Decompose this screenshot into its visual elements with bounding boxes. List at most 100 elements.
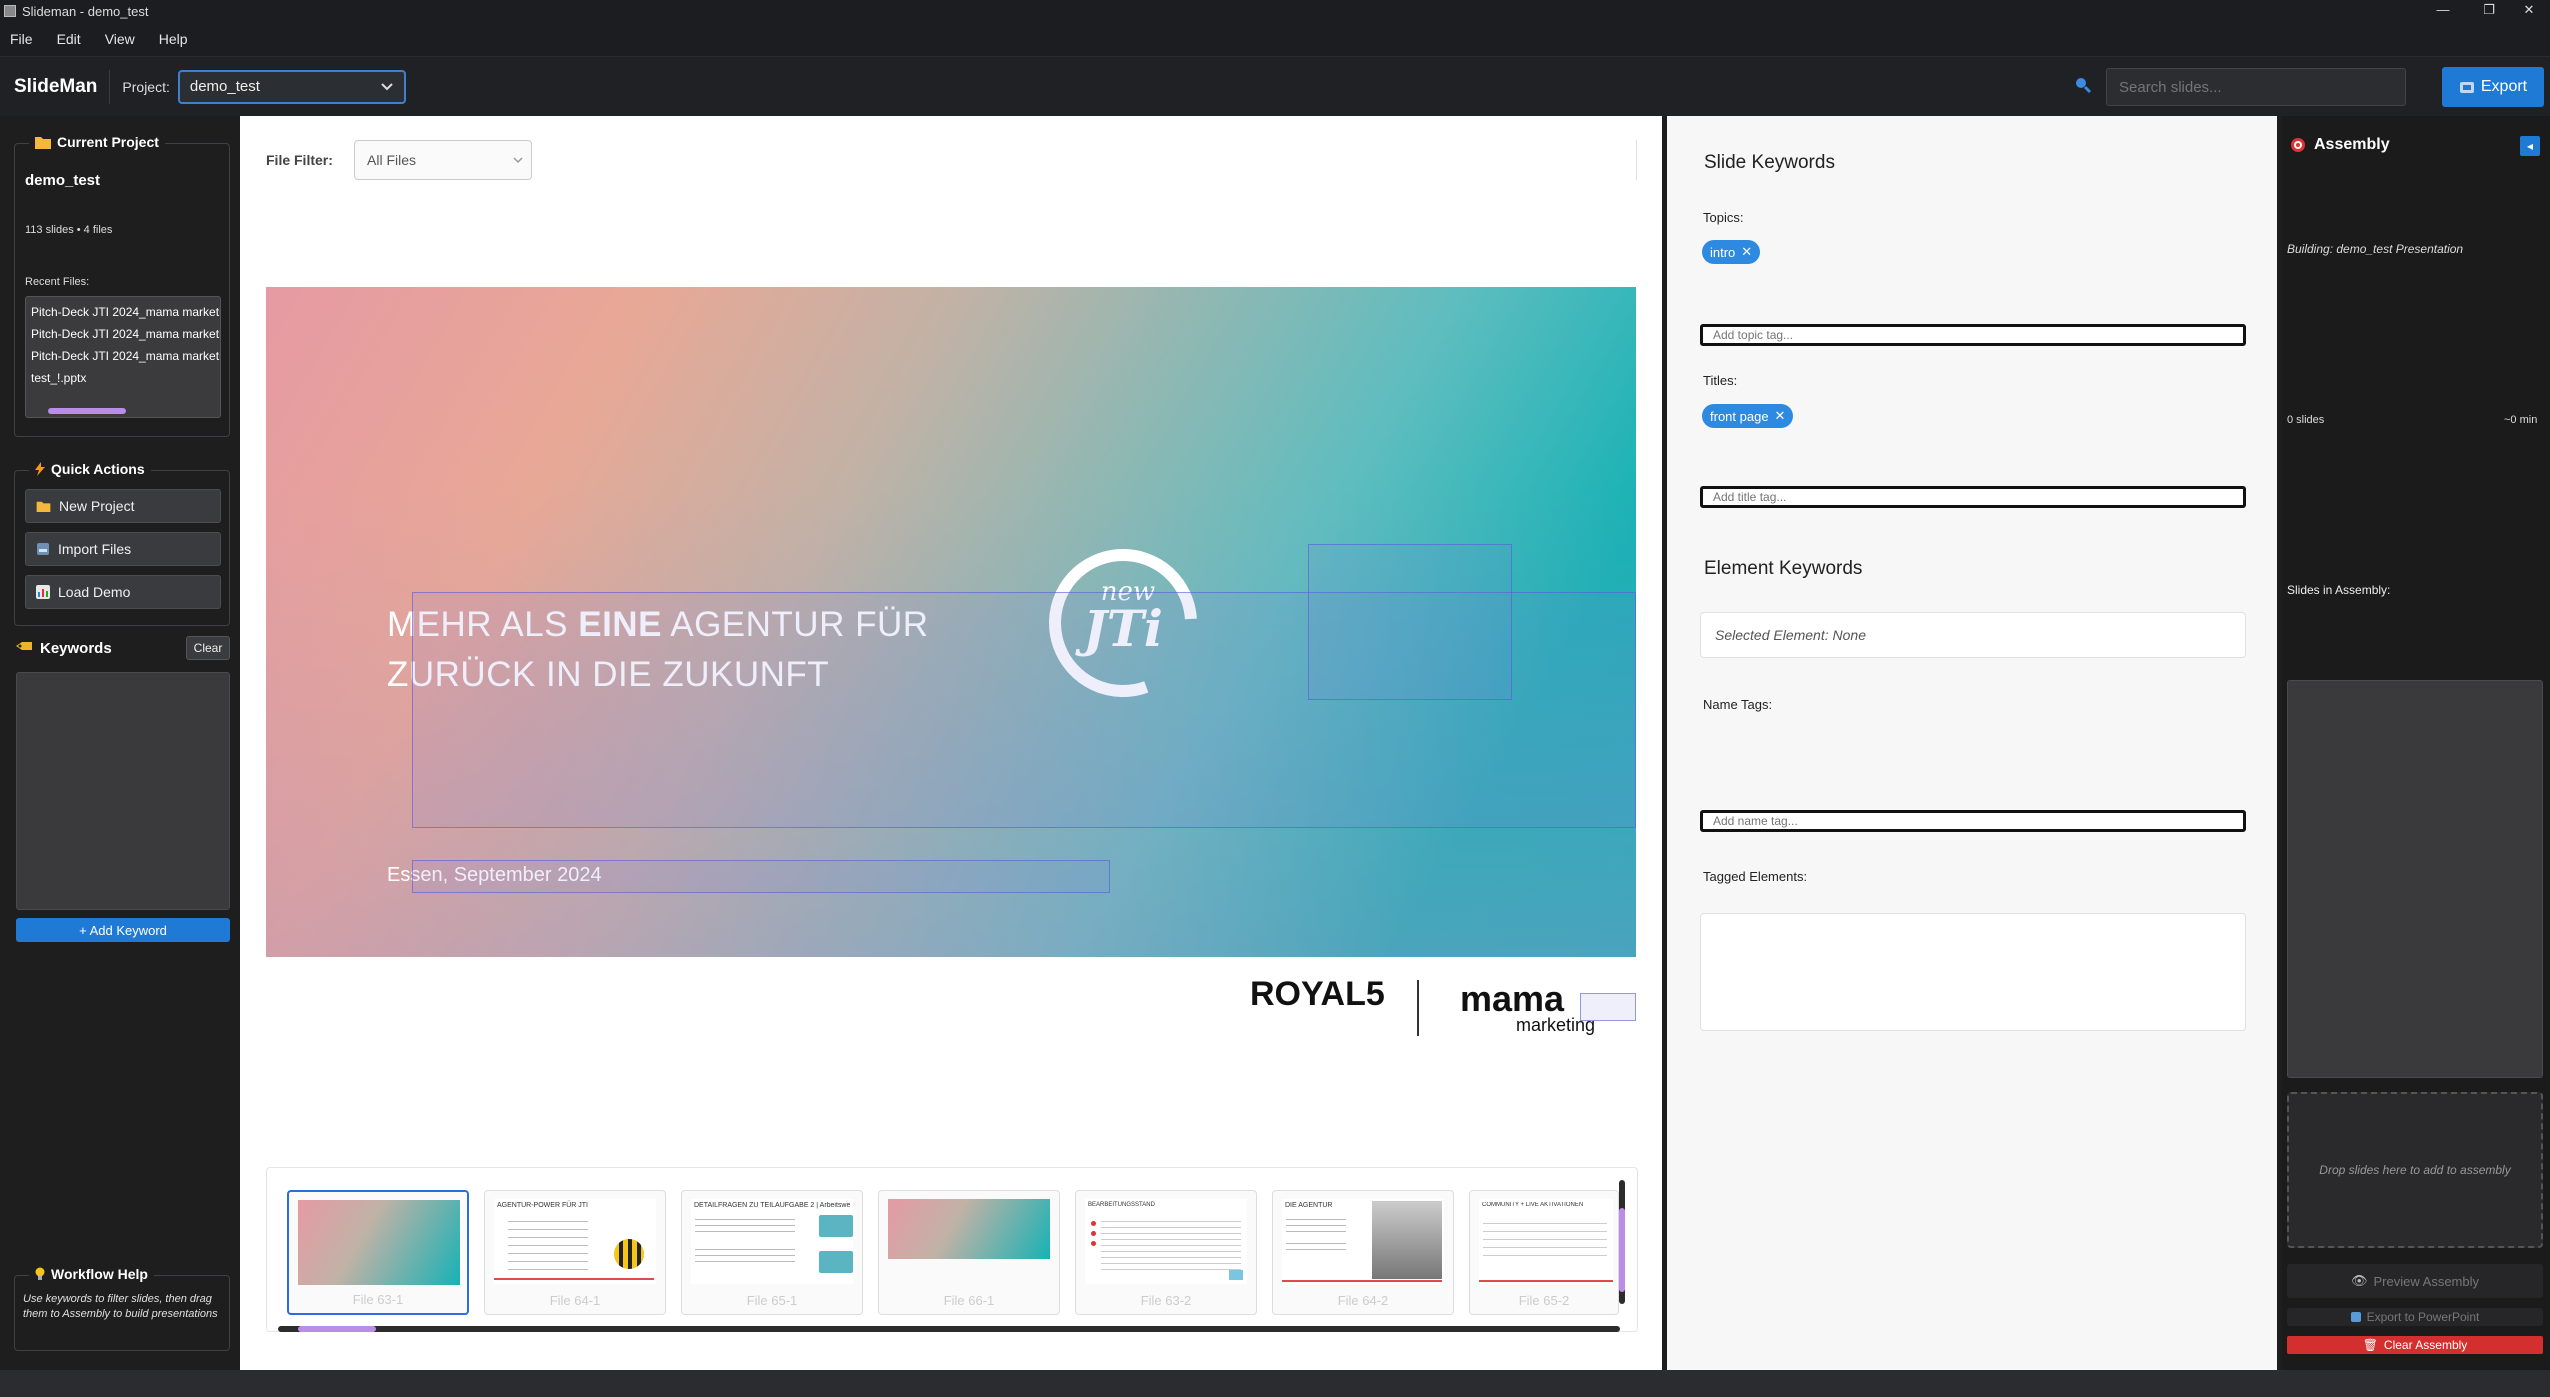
selected-element-field: Selected Element: None [1700, 612, 2246, 658]
thumbnail-hscrollbar[interactable] [278, 1326, 1620, 1332]
name-tags-label: Name Tags: [1703, 697, 1773, 712]
current-project-group: Current Project demo_test 113 slides • 4… [14, 134, 230, 437]
slide-thumbnail[interactable]: DIE AGENTUR File 64-2 [1272, 1190, 1454, 1315]
tagged-elements-label: Tagged Elements: [1703, 869, 1808, 884]
assembly-slides-list[interactable] [2287, 680, 2543, 1078]
remove-tag-icon[interactable]: ✕ [1741, 244, 1752, 260]
chevron-down-icon [513, 156, 523, 163]
recent-files-scrollbar[interactable] [48, 408, 126, 414]
workflow-help-text: Use keywords to filter slides, then drag… [23, 1293, 218, 1320]
menu-bar: File Edit View Help [0, 22, 2550, 56]
folder-icon [36, 501, 51, 512]
lightning-icon [35, 462, 45, 476]
file-filter-value: All Files [367, 152, 417, 168]
recent-file-item[interactable]: Pitch-Deck JTI 2024_mama marketing [31, 301, 220, 323]
slide-thumbnail[interactable]: File 66-1 [878, 1190, 1060, 1315]
project-select-value: demo_test [189, 78, 260, 95]
slide-thumbnail[interactable]: File 63-1 [287, 1190, 469, 1315]
filter-divider [1636, 140, 1637, 180]
menu-edit[interactable]: Edit [43, 31, 91, 47]
export-label: Export [2480, 78, 2528, 95]
assembly-header: Assembly [2290, 136, 2390, 154]
inbox-icon [37, 543, 49, 555]
slide-thumbnail[interactable]: AGENTUR-POWER FÜR JTI File 64-1 [484, 1190, 666, 1315]
title-tag[interactable]: front page ✕ [1702, 404, 1794, 428]
recent-file-item[interactable]: Pitch-Deck JTI 2024_mama marketing [31, 345, 220, 367]
menu-view[interactable]: View [91, 31, 145, 47]
slide-thumbnail[interactable]: COMMUNITY + LIVE AKTIVATIONEN File 65-2 [1469, 1190, 1619, 1315]
royal5-logo[interactable]: ROYAL5 [1250, 975, 1385, 1014]
eye-icon: 👁 [2351, 1273, 2368, 1288]
remove-tag-icon[interactable]: ✕ [1775, 408, 1786, 424]
element-selection-box[interactable] [412, 860, 1110, 893]
thumbnail-vscrollbar[interactable] [1619, 1180, 1625, 1304]
workflow-help-group: Workflow Help Use keywords to filter sli… [14, 1266, 230, 1351]
preview-assembly-button[interactable]: 👁 Preview Assembly [2287, 1264, 2543, 1298]
chart-icon [36, 585, 50, 599]
import-files-button[interactable]: Import Files [25, 532, 221, 566]
recent-file-item[interactable]: test_!.pptx [31, 367, 220, 389]
collapse-panel-icon[interactable]: ◂ [2520, 136, 2540, 156]
chevron-down-icon [381, 82, 393, 90]
current-project-title: Current Project [29, 134, 165, 150]
assembly-duration: ~0 min [2504, 414, 2538, 426]
keywords-list[interactable] [16, 672, 230, 910]
element-selection-box[interactable] [1308, 544, 1512, 700]
element-keywords-title: Element Keywords [1704, 558, 1863, 579]
file-filter-label: File Filter: [266, 152, 333, 168]
file-filter-select[interactable]: All Files [354, 140, 532, 180]
slides-in-assembly-label: Slides in Assembly: [2287, 583, 2391, 597]
target-icon [2291, 138, 2305, 152]
slide-thumbnail[interactable]: DETAILFRAGEN ZU TEILAUFGABE 2 | Arbeitsw… [681, 1190, 863, 1315]
topic-tag-input[interactable] [1700, 324, 2246, 346]
menu-file[interactable]: File [0, 31, 43, 47]
project-select[interactable]: demo_test [177, 69, 406, 104]
minimize-button[interactable]: — [2420, 0, 2466, 22]
current-project-name: demo_test [25, 172, 101, 189]
assembly-building-text: Building: demo_test Presentation [2287, 242, 2464, 256]
slide-thumbnail[interactable]: BEARBEITUNGSSTAND File 63-2 [1075, 1190, 1257, 1315]
export-icon [2459, 82, 2474, 93]
new-project-button[interactable]: New Project [25, 489, 221, 523]
folder-icon [35, 137, 51, 149]
slide-keywords-title: Slide Keywords [1704, 152, 1835, 173]
mama-marketing-logo[interactable]: mama marketing [1460, 981, 1595, 1035]
app-icon [4, 5, 16, 17]
export-button[interactable]: Export [2442, 67, 2544, 107]
recent-files-label: Recent Files: [25, 276, 90, 288]
keywords-header: Keywords [16, 640, 112, 657]
add-keyword-button[interactable]: + Add Keyword [16, 918, 230, 942]
workflow-help-title: Workflow Help [29, 1266, 154, 1282]
titles-label: Titles: [1703, 373, 1738, 388]
recent-files-list[interactable]: Pitch-Deck JTI 2024_mama marketing Pitch… [25, 296, 221, 418]
menu-help[interactable]: Help [145, 31, 198, 47]
clear-keywords-button[interactable]: Clear [186, 636, 230, 660]
status-bar [0, 1370, 2550, 1397]
logo-divider [1417, 980, 1419, 1036]
title-bar: Slideman - demo_test [0, 0, 2550, 22]
title-tag-input[interactable] [1700, 486, 2246, 508]
name-tag-input[interactable] [1700, 810, 2246, 832]
window-title: Slideman - demo_test [22, 3, 149, 19]
clear-assembly-button[interactable]: 🗑 Clear Assembly [2287, 1336, 2543, 1354]
element-selection-box[interactable] [1580, 993, 1636, 1021]
close-window-button[interactable]: ✕ [2506, 0, 2550, 22]
search-icon[interactable] [2074, 76, 2092, 94]
assembly-drop-zone[interactable]: Drop slides here to add to assembly [2287, 1092, 2543, 1248]
sidebar: Current Project demo_test 113 slides • 4… [0, 116, 238, 1370]
topic-tag[interactable]: intro ✕ [1702, 240, 1761, 264]
tagged-elements-list[interactable] [1700, 913, 2246, 1031]
export-to-powerpoint-button[interactable]: Export to PowerPoint [2287, 1308, 2543, 1326]
brand-name: SlideMan [14, 75, 98, 97]
lightbulb-icon [35, 1267, 45, 1280]
project-label: Project: [122, 78, 170, 95]
load-demo-button[interactable]: Load Demo [25, 575, 221, 609]
topics-label: Topics: [1703, 210, 1744, 225]
keywords-panel [1667, 116, 2277, 1370]
trash-icon: 🗑 [2362, 1338, 2378, 1352]
search-input[interactable] [2106, 68, 2406, 106]
recent-file-item[interactable]: Pitch-Deck JTI 2024_mama marketing [31, 323, 220, 345]
quick-actions-title: Quick Actions [29, 461, 151, 477]
project-stats: 113 slides • 4 files [25, 224, 113, 236]
toolbar-divider [109, 69, 111, 104]
